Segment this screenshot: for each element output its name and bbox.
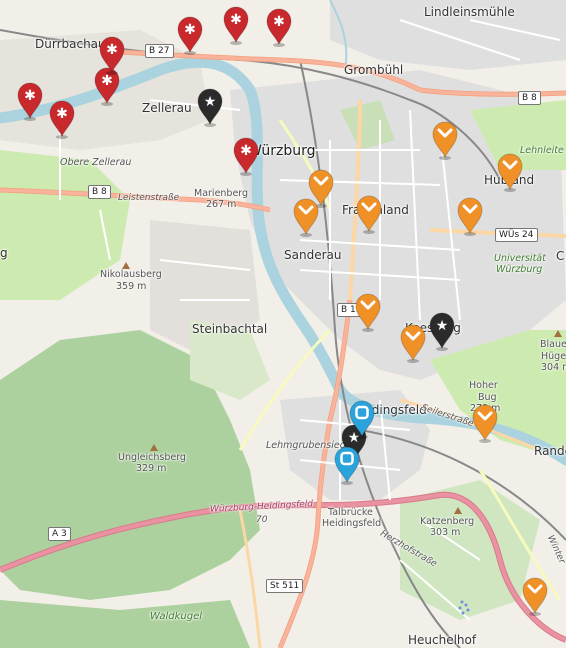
marker-orange-9[interactable] [470,402,500,444]
place-label-duerrbachau: Dürrbachau [35,37,106,51]
place-label-blaue-huegel-2: Hüge [541,351,566,362]
place-label-zellerau: Zellerau [142,101,192,115]
marker-black-1[interactable]: ★ [195,86,225,128]
asterisk-icon: ✱ [230,12,242,28]
place-label-steinbachtal: Steinbachtal [192,322,268,336]
svg-text:✱: ✱ [273,14,285,30]
place-label-marienberg-elev: 267 m [206,199,237,210]
marker-red-4[interactable]: ✱ [97,34,127,76]
place-label-heuchelhof: Heuchelhof [408,633,477,647]
place-label-edge-g: g [0,246,8,260]
road-label-exit-70: 70 [256,515,268,525]
road-shield-b8-east: B 8 [518,91,541,105]
road-shield-st511: St 511 [266,579,304,593]
place-label-ungleichsberg-elev: 329 m [136,463,167,474]
asterisk-icon: ✱ [24,88,36,104]
map-canvas[interactable]: Dürrbachau Lindleinsmühle Zellerau Gromb… [0,0,566,648]
svg-text:✱: ✱ [56,106,68,122]
marker-orange-7[interactable] [353,291,383,333]
marker-red-1[interactable]: ✱ [15,80,45,122]
marker-orange-2[interactable] [495,151,525,193]
place-label-katzenberg: Katzenberg [420,516,475,527]
marker-black-2[interactable]: ★ [427,310,457,352]
map-base-layer [0,0,566,648]
svg-text:✱: ✱ [240,143,252,159]
star-icon: ★ [204,94,217,110]
marker-red-6[interactable]: ✱ [221,4,251,46]
road-shield-wue24: WÜs 24 [495,228,538,242]
place-label-lehnleite: Lehnleite [520,145,564,156]
place-label-talbruecke: Talbrücke [328,507,373,518]
marker-red-2[interactable]: ✱ [47,98,77,140]
place-label-nikolausberg: Nikolausberg [100,269,162,280]
place-label-talbruecke-heidingsfeld: Heidingsfeld [322,518,382,529]
place-label-hoher-bug: Hoher [469,380,498,391]
peak-icon [150,444,158,451]
place-label-blaue-huegel-elev: 304 m [541,362,566,373]
peak-icon [122,262,130,269]
place-label-waldkugel: Waldkugel [150,611,203,622]
place-label-grombuehl: Grombühl [344,63,404,77]
place-label-sanderau: Sanderau [284,248,342,262]
marker-orange-1[interactable] [430,119,460,161]
asterisk-icon: ✱ [106,42,118,58]
place-label-lindleinsmuehle: Lindleinsmühle [424,5,515,19]
place-label-marienberg: Marienberg [194,188,249,199]
marker-orange-8[interactable] [398,322,428,364]
place-label-blaue-huegel: Blaue [540,339,566,350]
svg-text:✱: ✱ [184,22,196,38]
marker-blue-1[interactable] [347,398,377,440]
place-label-universitaet-2: Würzburg [496,264,543,275]
place-label-obere-zellerau: Obere Zellerau [60,157,132,168]
asterisk-icon: ✱ [56,106,68,122]
place-label-katzenberg-elev: 303 m [430,527,461,538]
svg-text:✱: ✱ [106,42,118,58]
place-label-ungleichsberg: Ungleichsberg [118,452,186,463]
road-label-leistenstrasse: Leistenstraße [118,193,180,203]
asterisk-icon: ✱ [273,14,285,30]
peak-icon [554,330,562,337]
road-shield-a3: A 3 [48,527,71,541]
road-shield-b27: B 27 [145,44,174,58]
marker-red-8[interactable]: ✱ [231,135,261,177]
place-label-rande: Rande [534,444,566,458]
svg-text:★: ★ [204,94,217,110]
marker-red-7[interactable]: ✱ [264,6,294,48]
asterisk-icon: ✱ [240,143,252,159]
marker-blue-2[interactable] [332,444,362,486]
marker-orange-4[interactable] [291,196,321,238]
svg-text:★: ★ [436,318,449,334]
place-label-universitaet: Universität [494,253,546,264]
star-icon: ★ [436,318,449,334]
svg-text:✱: ✱ [230,12,242,28]
road-shield-b8-west: B 8 [88,185,111,199]
marker-orange-10[interactable] [520,575,550,617]
place-label-edge-c: C [556,249,565,263]
marker-orange-6[interactable] [455,195,485,237]
peak-icon [454,507,462,514]
marker-red-5[interactable]: ✱ [175,14,205,56]
place-label-nikolausberg-elev: 359 m [116,281,147,292]
marker-orange-5[interactable] [354,193,384,235]
asterisk-icon: ✱ [184,22,196,38]
svg-text:✱: ✱ [24,88,36,104]
